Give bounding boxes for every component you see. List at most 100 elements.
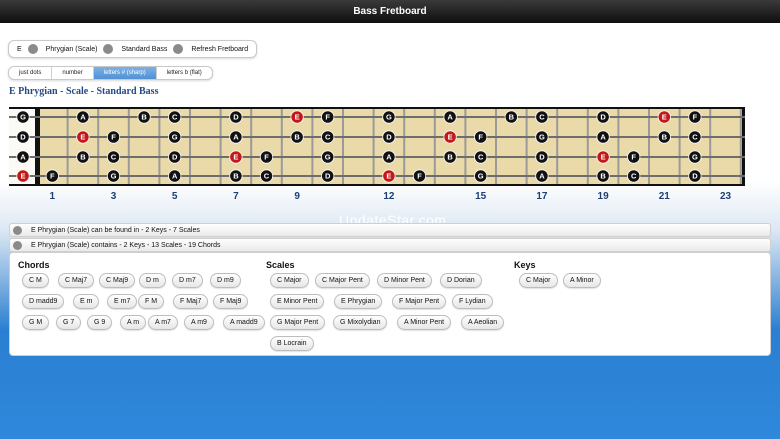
fret-wire bbox=[127, 109, 130, 184]
note-marker-label: C bbox=[325, 133, 331, 142]
key-chip[interactable]: A Minor bbox=[563, 273, 601, 288]
scale-chip[interactable]: D Minor Pent bbox=[377, 273, 432, 288]
scales-title: Scales bbox=[266, 260, 295, 270]
fret-wire bbox=[403, 109, 406, 184]
note-marker-label: B bbox=[600, 172, 606, 181]
window-title: Bass Fretboard bbox=[353, 6, 427, 17]
tuning-selector[interactable]: Standard Bass bbox=[117, 40, 187, 58]
note-marker-label: A bbox=[447, 113, 453, 122]
note-marker-label: C bbox=[172, 113, 178, 122]
chord-chip[interactable]: A m bbox=[120, 315, 147, 330]
note-marker-label: F bbox=[693, 113, 698, 122]
note-marker-label: E bbox=[233, 153, 238, 162]
fret-number: 12 bbox=[383, 191, 395, 202]
found-in-row[interactable]: E Phrygian (Scale) can be found in - 2 K… bbox=[9, 223, 771, 237]
scale-chip[interactable]: A Minor Pent bbox=[397, 315, 452, 330]
mode-just-dots[interactable]: just dots bbox=[9, 67, 53, 79]
chord-chip[interactable]: E m bbox=[73, 294, 100, 309]
note-marker-label: G bbox=[478, 172, 484, 181]
scale-chip[interactable]: G Major Pent bbox=[270, 315, 326, 330]
scale-chip[interactable]: E Minor Pent bbox=[270, 294, 325, 309]
fret-wire bbox=[648, 109, 650, 184]
chord-chip[interactable]: A m7 bbox=[148, 315, 178, 330]
note-marker-label: A bbox=[600, 133, 606, 142]
chord-chip[interactable]: G M bbox=[22, 315, 50, 330]
fret-number: 15 bbox=[475, 191, 487, 202]
scale-chip[interactable]: D Dorian bbox=[440, 273, 482, 288]
note-marker-label: D bbox=[172, 153, 178, 162]
note-marker-label: C bbox=[111, 153, 117, 162]
fret-wire bbox=[739, 109, 742, 184]
chord-chip[interactable]: A madd9 bbox=[223, 315, 265, 330]
fret-wire bbox=[97, 109, 100, 184]
note-marker-label: C bbox=[264, 172, 270, 181]
chord-chip[interactable]: G 7 bbox=[56, 315, 82, 330]
fret-wire bbox=[250, 109, 253, 184]
chord-chip[interactable]: F M bbox=[138, 294, 165, 309]
tuning-label: Standard Bass bbox=[121, 45, 168, 53]
chord-chip[interactable]: F Maj7 bbox=[173, 294, 209, 309]
fret-number: 23 bbox=[719, 191, 732, 202]
fret-wire bbox=[709, 109, 712, 184]
scale-chip[interactable]: G Mixolydian bbox=[333, 315, 388, 330]
scale-chip[interactable]: C Major bbox=[270, 273, 309, 288]
fret-wire bbox=[158, 109, 161, 184]
fret-wire bbox=[617, 109, 620, 184]
fret-wire bbox=[342, 109, 344, 184]
contains-text: E Phrygian (Scale) contains - 2 Keys - 1… bbox=[31, 241, 221, 249]
contains-row[interactable]: E Phrygian (Scale) contains - 2 Keys - 1… bbox=[9, 238, 771, 252]
note-marker-label: E bbox=[662, 113, 667, 122]
fret-wire bbox=[219, 109, 222, 184]
chord-chip[interactable]: D madd9 bbox=[22, 294, 65, 309]
scale-chip[interactable]: B Locrain bbox=[270, 336, 314, 351]
scale-chip[interactable]: F Major Pent bbox=[392, 294, 447, 309]
fret-wire bbox=[678, 109, 681, 184]
fret-number: 5 bbox=[171, 191, 178, 202]
open-string-a-label: A bbox=[20, 153, 26, 162]
note-marker-label: G bbox=[692, 153, 698, 162]
key-chip[interactable]: C Major bbox=[519, 273, 558, 288]
fret-wire bbox=[372, 109, 375, 184]
fret-wire bbox=[433, 109, 436, 184]
mode-letters-flat[interactable]: letters b (flat) bbox=[157, 67, 212, 79]
chord-chip[interactable]: C Maj9 bbox=[99, 273, 136, 288]
fret-number: 21 bbox=[658, 191, 670, 202]
scale-chip[interactable]: C Major Pent bbox=[315, 273, 370, 288]
nut bbox=[35, 107, 40, 186]
mode-letters-sharp[interactable]: letters # (sharp) bbox=[93, 67, 157, 79]
chord-chip[interactable]: F Maj9 bbox=[213, 294, 249, 309]
chord-chip[interactable]: D m9 bbox=[210, 273, 241, 288]
scale-label: Phrygian (Scale) bbox=[45, 45, 98, 53]
scale-chip[interactable]: E Phrygian bbox=[334, 294, 383, 309]
chord-chip[interactable]: A m9 bbox=[184, 315, 214, 330]
chords-title: Chords bbox=[18, 260, 50, 270]
note-marker-label: F bbox=[50, 172, 55, 181]
root-note-selector[interactable]: E bbox=[13, 40, 42, 58]
fret-number: 9 bbox=[294, 191, 300, 202]
open-string-e-label: E bbox=[20, 172, 25, 181]
note-marker-label: F bbox=[325, 113, 330, 122]
note-marker-label: C bbox=[692, 133, 698, 142]
note-marker-label: E bbox=[448, 133, 453, 142]
chord-chip[interactable]: G 9 bbox=[87, 315, 113, 330]
chord-chip[interactable]: C Maj7 bbox=[58, 273, 95, 288]
scale-chip[interactable]: A Aeolian bbox=[461, 315, 505, 330]
selector-bar: E Phrygian (Scale) Standard Bass Refresh… bbox=[8, 40, 258, 58]
scale-chip[interactable]: F Lydian bbox=[452, 294, 493, 309]
chord-chip[interactable]: C M bbox=[22, 273, 49, 288]
note-marker-label: G bbox=[325, 153, 331, 162]
scale-selector[interactable]: Phrygian (Scale) bbox=[42, 40, 118, 58]
tuning-dot-icon bbox=[173, 44, 184, 54]
chord-chip[interactable]: D m bbox=[139, 273, 166, 288]
note-marker-label: E bbox=[601, 153, 606, 162]
chord-chip[interactable]: E m7 bbox=[107, 294, 138, 309]
note-marker-label: F bbox=[478, 133, 483, 142]
mode-number[interactable]: number bbox=[52, 67, 94, 79]
note-marker-label: F bbox=[111, 133, 116, 142]
refresh-fretboard-button[interactable]: Refresh Fretboard bbox=[187, 40, 252, 58]
note-marker-label: A bbox=[386, 153, 392, 162]
fret-number: 3 bbox=[110, 191, 117, 202]
note-marker-label: D bbox=[233, 113, 239, 122]
chord-chip[interactable]: D m7 bbox=[172, 273, 203, 288]
note-marker-label: G bbox=[539, 133, 545, 142]
